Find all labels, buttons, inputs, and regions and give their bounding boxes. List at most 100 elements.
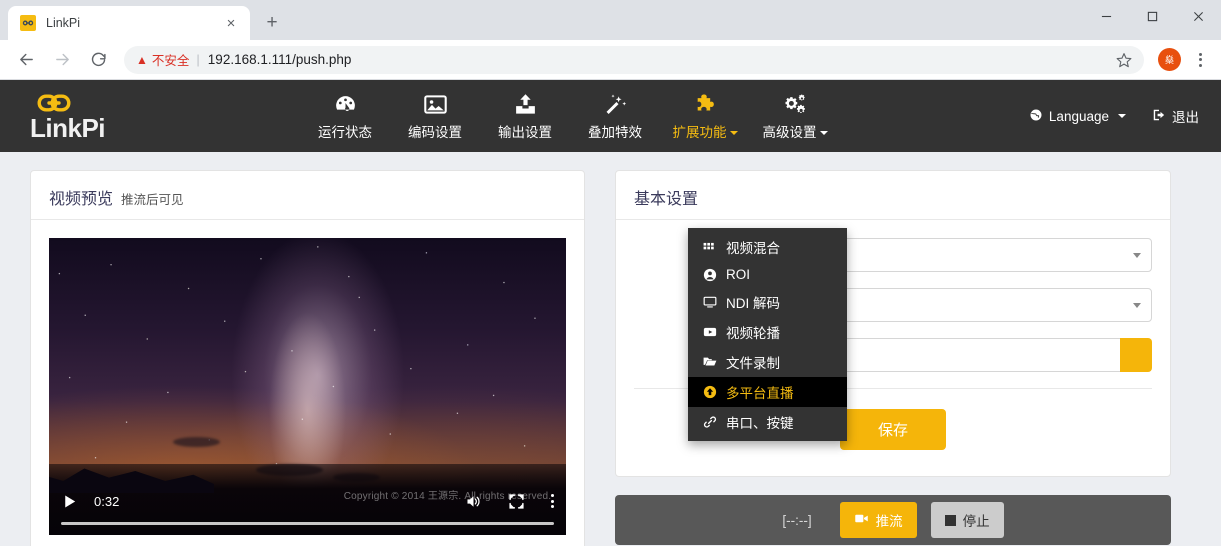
window-controls <box>1083 0 1221 32</box>
settings-inline-button[interactable] <box>1120 338 1152 372</box>
dropdown-item-video-carousel[interactable]: 视频轮播 <box>688 317 847 347</box>
chevron-down-icon <box>819 131 828 136</box>
page-title: 视频预览 <box>49 191 114 208</box>
brand-logo[interactable]: LinkPi <box>0 92 300 141</box>
stop-stream-button[interactable]: 停止 <box>930 502 1004 538</box>
video-progress-bar[interactable] <box>61 522 554 525</box>
chevron-down-icon <box>1118 114 1126 118</box>
video-controls: 0:32 <box>49 484 566 535</box>
folder-open-icon <box>702 355 717 369</box>
nav-item-label: 输出设置 <box>498 125 552 140</box>
dashboard-icon <box>333 91 358 117</box>
dropdown-item-serial-keys[interactable]: 串口、按键 <box>688 407 847 437</box>
nav-item-extension-functions[interactable]: 扩展功能 <box>660 85 750 147</box>
chain-link-icon <box>30 92 78 114</box>
video-controls-right <box>465 493 554 510</box>
video-play-icon <box>702 325 717 339</box>
navbar-right: Language 退出 <box>1029 80 1199 152</box>
chevron-down-icon <box>1133 252 1141 258</box>
magic-wand-icon <box>603 91 628 117</box>
nav-item-running-status[interactable]: 运行状态 <box>300 85 390 147</box>
new-tab-button[interactable]: + <box>258 9 286 37</box>
nav-item-label: 扩展功能 <box>673 121 738 141</box>
address-bar[interactable]: ▲ 不安全 | 192.168.1.111/push.php <box>124 45 1144 74</box>
reload-icon[interactable] <box>82 44 114 76</box>
video-controls-row: 0:32 <box>61 484 554 518</box>
video-camera-icon <box>854 511 869 529</box>
globe-icon <box>1029 108 1043 125</box>
dropdown-item-label: 串口、按键 <box>726 416 794 431</box>
arrow-circle-up-icon <box>702 385 717 399</box>
web-page: LinkPi 运行状态 编码设置 输出设置 叠加特效 扩展功能 高级设置 Lan… <box>0 80 1221 546</box>
browser-tab[interactable]: LinkPi × <box>8 6 250 40</box>
dropdown-item-multi-platform-live[interactable]: 多平台直播 <box>688 377 847 407</box>
dropdown-item-label: 多平台直播 <box>726 386 794 401</box>
nav-item-label: 运行状态 <box>318 125 372 140</box>
nav-items: 运行状态 编码设置 输出设置 叠加特效 扩展功能 高级设置 <box>300 85 840 147</box>
tab-close-icon[interactable]: × <box>222 14 240 32</box>
dropdown-item-label: 视频轮播 <box>726 326 780 341</box>
puzzle-piece-icon <box>693 91 718 117</box>
sign-out-icon <box>1152 108 1166 125</box>
stream-timer: [--:--] <box>782 512 812 528</box>
tab-title: LinkPi <box>46 16 81 30</box>
language-label: Language <box>1048 108 1109 124</box>
video-player[interactable]: Copyright © 2014 王源宗. All rights reserve… <box>49 238 566 535</box>
back-arrow-icon[interactable] <box>10 44 42 76</box>
preview-subtitle: 推流后可见 <box>121 193 184 207</box>
play-icon[interactable] <box>61 493 78 510</box>
nav-item-overlay-effects[interactable]: 叠加特效 <box>570 85 660 147</box>
tab-strip: LinkPi × + <box>0 0 1221 40</box>
profile-avatar[interactable]: 燊 <box>1158 48 1181 71</box>
dropdown-item-label: 文件录制 <box>726 356 780 371</box>
nav-item-label: 叠加特效 <box>588 125 642 140</box>
video-preview-card: 视频预览 推流后可见 Copyright © 2014 王源宗. All rig… <box>30 170 585 546</box>
grid-icon <box>702 240 717 254</box>
volume-icon[interactable] <box>465 493 482 510</box>
omnibox-separator: | <box>196 52 200 67</box>
monitor-icon <box>702 295 717 309</box>
stream-status-bar: [--:--] 推流 停止 <box>615 495 1171 545</box>
nav-item-label: 高级设置 <box>763 121 828 141</box>
tab-favicon-link-chain-icon <box>20 15 36 31</box>
page-content: 视频预览 推流后可见 Copyright © 2014 王源宗. All rig… <box>0 152 1221 546</box>
brand-name: LinkPi <box>30 112 106 143</box>
dropdown-item-label: 视频混合 <box>726 241 780 256</box>
close-icon[interactable] <box>1175 0 1221 32</box>
stop-square-icon <box>944 514 956 526</box>
url-text[interactable]: 192.168.1.111/push.php <box>208 52 1110 67</box>
fullscreen-icon[interactable] <box>508 493 525 510</box>
video-time: 0:32 <box>94 493 120 509</box>
user-circle-icon <box>702 268 717 282</box>
cloud-shape <box>173 436 220 448</box>
nav-item-encoding-settings[interactable]: 编码设置 <box>390 85 480 147</box>
push-stream-button[interactable]: 推流 <box>839 502 917 538</box>
image-icon <box>423 91 448 117</box>
dropdown-item-roi[interactable]: ROI <box>688 262 847 287</box>
dropdown-item-file-record[interactable]: 文件录制 <box>688 347 847 377</box>
logout-button[interactable]: 退出 <box>1152 106 1199 126</box>
app-navbar: LinkPi 运行状态 编码设置 输出设置 叠加特效 扩展功能 高级设置 Lan… <box>0 80 1221 152</box>
push-stream-label: 推流 <box>875 514 903 529</box>
forward-arrow-icon[interactable] <box>46 44 78 76</box>
settings-title: 基本设置 <box>634 191 699 208</box>
star-icon[interactable] <box>1110 46 1138 74</box>
dropdown-item-video-mix[interactable]: 视频混合 <box>688 232 847 262</box>
nav-item-output-settings[interactable]: 输出设置 <box>480 85 570 147</box>
save-button[interactable]: 保存 <box>839 409 946 450</box>
video-menu-icon[interactable] <box>551 494 554 508</box>
maximize-icon[interactable] <box>1129 0 1175 32</box>
browser-menu-icon[interactable] <box>1187 52 1213 67</box>
dropdown-item-ndi-decode[interactable]: NDI 解码 <box>688 287 847 317</box>
dropdown-item-label: NDI 解码 <box>726 296 780 311</box>
browser-window: LinkPi × + ▲ 不安全 | 192.168.1.111/push.ph… <box>0 0 1221 546</box>
security-warning-text: 不安全 <box>151 54 190 68</box>
extension-functions-dropdown: 视频混合 ROI NDI 解码 视频轮播 文件录制 多平台直播 串口、按键 <box>688 228 847 441</box>
chevron-down-icon <box>1133 302 1141 308</box>
nav-item-advanced-settings[interactable]: 高级设置 <box>750 85 840 147</box>
minimize-icon[interactable] <box>1083 0 1129 32</box>
nav-item-label: 编码设置 <box>408 125 462 140</box>
language-selector[interactable]: Language <box>1029 108 1126 125</box>
chevron-down-icon <box>729 131 738 136</box>
dropdown-item-label: ROI <box>726 267 751 282</box>
